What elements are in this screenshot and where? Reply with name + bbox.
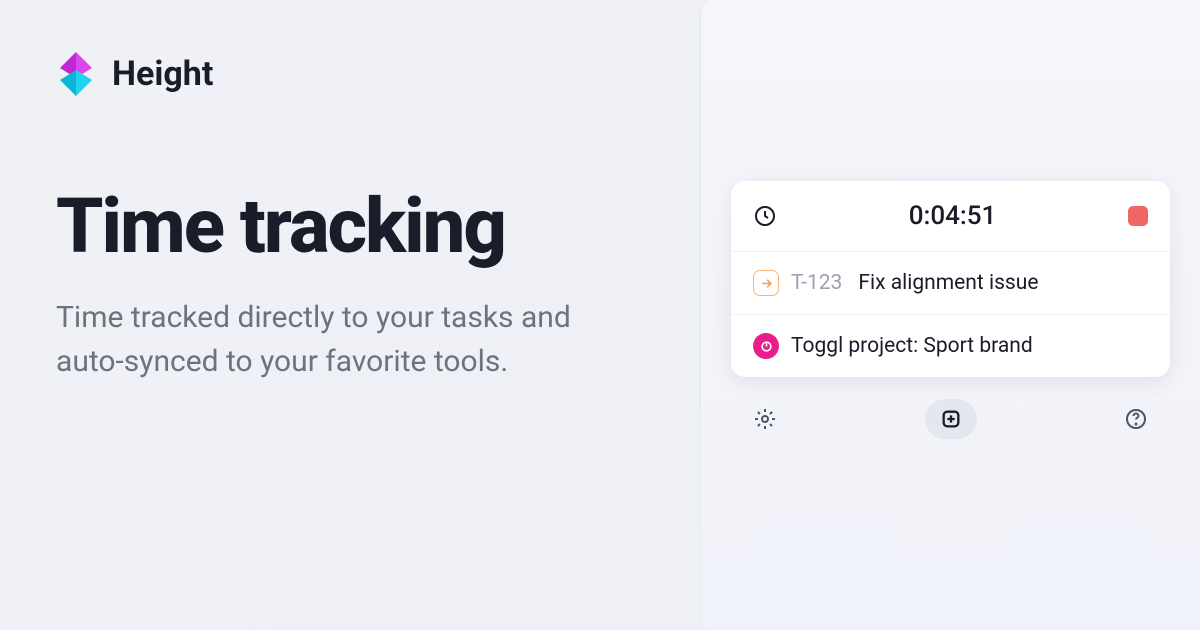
- stop-button[interactable]: [1128, 206, 1148, 226]
- page-title: Time tracking: [56, 188, 616, 264]
- timer-value: 0:04:51: [777, 201, 1128, 231]
- task-title: Fix alignment issue: [858, 271, 1038, 295]
- settings-button[interactable]: [751, 405, 779, 433]
- brand-logo-row: Height: [56, 50, 616, 98]
- time-tracking-widget: 0:04:51 T-123 Fix alignment issue Toggl …: [700, 0, 1200, 630]
- add-button[interactable]: [925, 399, 977, 439]
- project-row[interactable]: Toggl project: Sport brand: [731, 315, 1170, 377]
- timer-card: 0:04:51 T-123 Fix alignment issue Toggl …: [731, 181, 1170, 377]
- task-status-icon: [753, 270, 779, 296]
- help-button[interactable]: [1122, 405, 1150, 433]
- clock-icon: [753, 204, 777, 228]
- widget-toolbar: [731, 377, 1170, 449]
- task-id: T-123: [791, 271, 842, 295]
- height-logo-icon: [56, 50, 96, 98]
- page-subtitle: Time tracked directly to your tasks and …: [56, 296, 616, 383]
- toggl-icon: [753, 333, 779, 359]
- project-name: Toggl project: Sport brand: [791, 334, 1033, 358]
- timer-header: 0:04:51: [731, 181, 1170, 252]
- task-row[interactable]: T-123 Fix alignment issue: [731, 252, 1170, 315]
- brand-name: Height: [112, 54, 213, 94]
